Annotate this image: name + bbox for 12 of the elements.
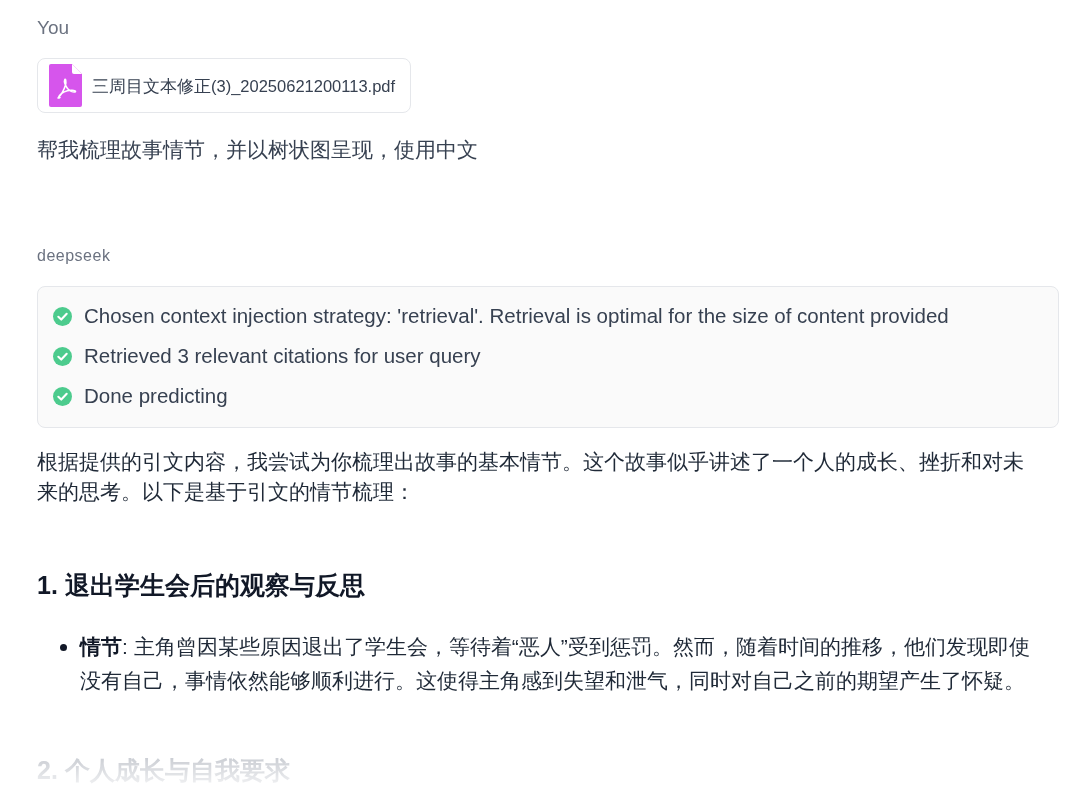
status-step-text: Chosen context injection strategy: 'retrieval'. Retrieval is optimal for the size of content provided	[84, 303, 949, 329]
sender-name: You	[37, 16, 70, 40]
status-step-text: Done predicting	[84, 383, 228, 409]
status-step-text: Retrieved 3 relevant citations for user query	[84, 343, 481, 369]
sender-name: deepseek	[37, 246, 111, 266]
section-heading: 1. 退出学生会后的观察与反思	[37, 570, 366, 601]
bullet-text: 情节: 主角曾因某些原因退出了学生会，等待着“恶人”受到惩罚。然而，随着时间的推移，他们发现即使没有自己，事情依然能够顺利进行。这使得主角感到失望和泄气，同时对自己之前的期望产生了怀疑。	[80, 634, 1031, 694]
user-message: 帮我梳理故事情节，并以树状图呈现，使用中文	[37, 137, 479, 163]
file-attachment[interactable]: 三周目文本修正(3)_20250621200113.pdf	[37, 58, 412, 113]
response-paragraph: 根据提供的引文内容，我尝试为你梳理出故事的基本情节。这个故事似乎讲述了一个人的成长、挫折和对未来的思考。以下是基于引文的情节梳理：	[37, 449, 1025, 505]
pdf-file-icon	[49, 64, 82, 107]
bullet-icon	[60, 644, 67, 651]
